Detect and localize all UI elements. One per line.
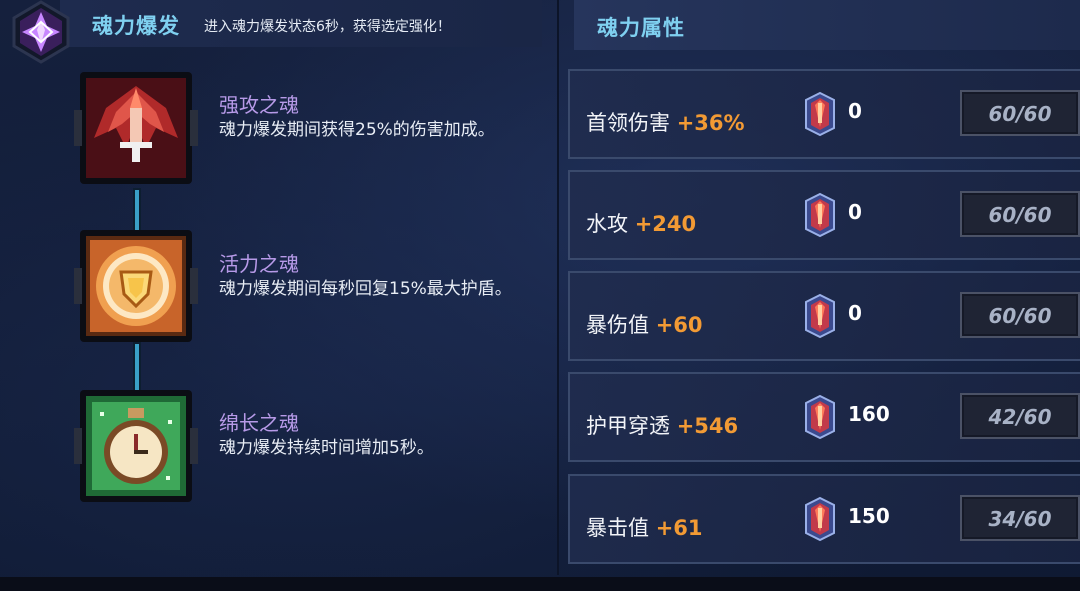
attribute-bonus: +60 (655, 313, 703, 337)
soul-gem-icon (805, 192, 835, 238)
soul-burst-icon (12, 0, 70, 64)
attribute-progress-box: 60/60 (960, 90, 1080, 136)
attribute-progress-box: 34/60 (960, 495, 1080, 541)
golden-shield-icon (86, 236, 186, 336)
gem-count: 150 (848, 504, 890, 528)
attribute-progress-box: 42/60 (960, 393, 1080, 439)
soul-slot-endurance[interactable] (74, 390, 198, 502)
soul-name: 绵长之魂 (219, 411, 299, 435)
soul-slot-strike[interactable] (74, 72, 198, 184)
attribute-name: 暴伤值 +60 (586, 309, 703, 339)
gem-count: 0 (848, 99, 862, 123)
attribute-progress: 42/60 (988, 405, 1052, 429)
attribute-row[interactable]: 护甲穿透 +546 160 42/60 (568, 372, 1080, 462)
attribute-name: 护甲穿透 +546 (586, 410, 738, 440)
red-winged-sword-icon (86, 78, 186, 178)
attribute-row[interactable]: 暴伤值 +60 0 60/60 (568, 271, 1080, 361)
attribute-bonus: +240 (634, 212, 697, 236)
attribute-progress-box: 60/60 (960, 191, 1080, 237)
soul-description: 魂力爆发期间每秒回复15%最大护盾。 (219, 279, 512, 299)
attribute-name: 暴击值 +61 (586, 512, 703, 542)
attribute-label: 暴伤值 (586, 313, 649, 337)
gem-count: 0 (848, 301, 862, 325)
soul-gem-icon (805, 293, 835, 339)
panel-divider (557, 0, 559, 575)
gem-count: 160 (848, 402, 890, 426)
burst-description: 进入魂力爆发状态6秒，获得选定强化！ (204, 19, 451, 35)
soul-name: 活力之魂 (219, 252, 299, 276)
attribute-progress: 60/60 (988, 203, 1052, 227)
attributes-title: 魂力属性 (597, 16, 685, 40)
attribute-progress: 60/60 (988, 304, 1052, 328)
attribute-bonus: +36% (676, 111, 745, 135)
attribute-label: 护甲穿透 (586, 414, 670, 438)
gem-count: 0 (848, 200, 862, 224)
green-stopwatch-icon (86, 396, 186, 496)
attribute-row[interactable]: 首领伤害 +36% 0 60/60 (568, 69, 1080, 159)
attribute-progress: 60/60 (988, 102, 1052, 126)
attribute-label: 水攻 (586, 212, 628, 236)
soul-gem-icon (805, 394, 835, 440)
soul-connector (133, 188, 141, 232)
soul-description: 魂力爆发期间获得25%的伤害加成。 (219, 120, 495, 140)
attribute-progress: 34/60 (988, 507, 1052, 531)
soul-name: 强攻之魂 (219, 93, 299, 117)
soul-slot-vitality[interactable] (74, 230, 198, 342)
attribute-label: 暴击值 (586, 516, 649, 540)
attribute-name: 首领伤害 +36% (586, 107, 745, 137)
bottom-bar (0, 577, 1080, 591)
attribute-bonus: +546 (676, 414, 739, 438)
attribute-row[interactable]: 水攻 +240 0 60/60 (568, 170, 1080, 260)
soul-gem-icon (805, 496, 835, 542)
attribute-bonus: +61 (655, 516, 703, 540)
attribute-progress-box: 60/60 (960, 292, 1080, 338)
attribute-name: 水攻 +240 (586, 208, 696, 238)
attribute-label: 首领伤害 (586, 111, 670, 135)
soul-description: 魂力爆发持续时间增加5秒。 (219, 438, 434, 458)
soul-gem-icon (805, 91, 835, 137)
burst-title: 魂力爆发 (92, 14, 180, 38)
attribute-row[interactable]: 暴击值 +61 150 34/60 (568, 474, 1080, 564)
soul-connector (133, 342, 141, 392)
